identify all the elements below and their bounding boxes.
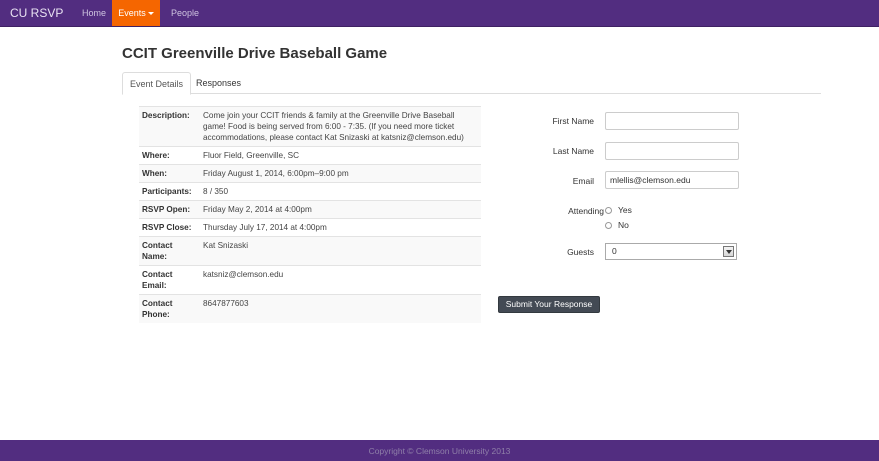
last-name-field[interactable] — [605, 142, 739, 160]
guests-select[interactable]: 0 — [605, 243, 737, 260]
detail-key: Participants: — [139, 182, 200, 201]
table-row: Contact Name: Kat Snizaski — [139, 236, 481, 266]
footer-copyright: Copyright © Clemson University 2013 — [368, 446, 511, 456]
detail-value: Come join your CCIT friends & family at … — [200, 106, 481, 147]
detail-value: 8647877603 — [200, 294, 481, 323]
nav-people[interactable]: People — [171, 0, 199, 26]
attending-no-label[interactable]: No — [618, 220, 629, 230]
last-name-label: Last Name — [552, 146, 594, 156]
detail-key: RSVP Close: — [139, 218, 200, 237]
detail-value: Friday May 2, 2014 at 4:00pm — [200, 200, 481, 219]
caret-down-icon — [147, 12, 154, 16]
tab-event-details[interactable]: Event Details — [122, 72, 192, 95]
table-row: Description: Come join your CCIT friends … — [139, 106, 481, 147]
detail-key: Contact Name: — [139, 236, 200, 266]
detail-key: RSVP Open: — [139, 200, 200, 219]
detail-key: Contact Email: — [139, 265, 200, 295]
nav-events-dropdown[interactable]: Events — [112, 0, 160, 26]
first-name-label: First Name — [552, 116, 594, 126]
detail-key: Description: — [139, 106, 200, 147]
nav-events-label: Events — [118, 8, 146, 18]
table-row: RSVP Open: Friday May 2, 2014 at 4:00pm — [139, 200, 481, 219]
detail-value: Fluor Field, Greenville, SC — [200, 146, 481, 165]
guests-value: 0 — [612, 246, 617, 256]
footer: Copyright © Clemson University 2013 — [0, 440, 879, 461]
table-row: Contact Email: katsniz@clemson.edu — [139, 265, 481, 295]
guests-label: Guests — [567, 247, 594, 257]
table-row: Contact Phone: 8647877603 — [139, 294, 481, 323]
attending-yes-radio[interactable] — [605, 207, 612, 214]
event-details-table: Description: Come join your CCIT friends … — [139, 106, 481, 323]
table-row: When: Friday August 1, 2014, 6:00pm–9:00 … — [139, 164, 481, 183]
detail-value[interactable]: katsniz@clemson.edu — [200, 265, 481, 295]
detail-key: When: — [139, 164, 200, 183]
detail-value: Kat Snizaski — [200, 236, 481, 266]
detail-value: Thursday July 17, 2014 at 4:00pm — [200, 218, 481, 237]
attending-label: Attending — [568, 206, 604, 216]
detail-key: Where: — [139, 146, 200, 165]
chevron-down-icon[interactable] — [723, 246, 734, 257]
submit-response-button[interactable]: Submit Your Response — [498, 296, 600, 313]
table-row: Participants: 8 / 350 — [139, 182, 481, 201]
detail-value: Friday August 1, 2014, 6:00pm–9:00 pm — [200, 164, 481, 183]
email-field[interactable] — [605, 171, 739, 189]
attending-no-radio[interactable] — [605, 222, 612, 229]
navbar: CU RSVP Home Events People — [0, 0, 879, 27]
email-label: Email — [572, 176, 594, 186]
detail-key: Contact Phone: — [139, 294, 200, 323]
attending-yes-label[interactable]: Yes — [618, 205, 632, 215]
table-row: Where: Fluor Field, Greenville, SC — [139, 146, 481, 165]
table-row: RSVP Close: Thursday July 17, 2014 at 4:0… — [139, 218, 481, 237]
page-title: CCIT Greenville Drive Baseball Game — [122, 45, 388, 62]
detail-value: 8 / 350 — [200, 182, 481, 201]
tab-responses[interactable]: Responses — [189, 72, 248, 95]
tab-bar: Event Details Responses — [122, 72, 821, 95]
brand-link[interactable]: CU RSVP — [10, 0, 63, 26]
nav-home[interactable]: Home — [82, 0, 106, 26]
first-name-field[interactable] — [605, 112, 739, 130]
